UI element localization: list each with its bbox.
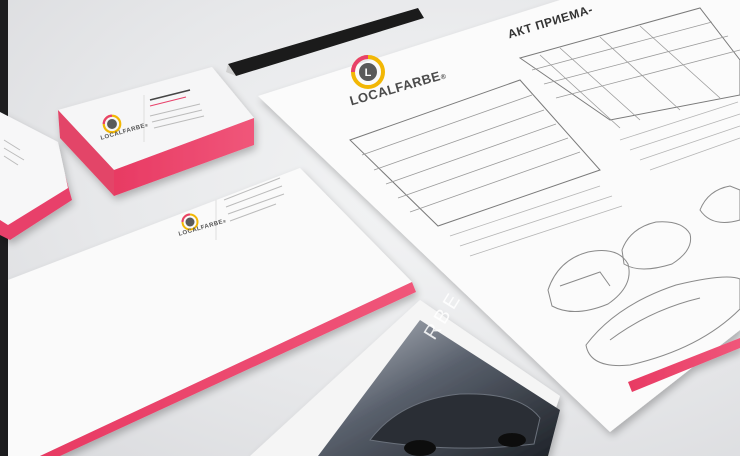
business-card-stack [58, 67, 254, 196]
mockup-svg: L [0, 0, 740, 456]
brand-mark: ® [440, 73, 448, 82]
stationery-mockup-scene: L LOCALFARBE® АКТ ПРИЕМА- LOCALFARBE® LO… [0, 0, 740, 456]
svg-text:L: L [365, 67, 372, 79]
